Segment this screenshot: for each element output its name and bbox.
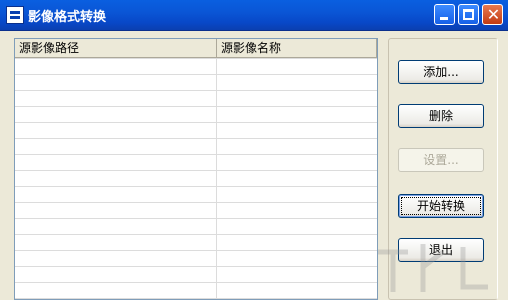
window-title: 影像格式转换 <box>28 10 107 25</box>
column-header-source-name[interactable]: 源影像名称 <box>217 39 377 57</box>
maximize-icon <box>463 9 474 20</box>
settings-button[interactable]: 设置... <box>398 148 484 172</box>
watermark-logo <box>378 244 488 292</box>
column-header-source-path[interactable]: 源影像路径 <box>15 39 217 57</box>
minimize-button[interactable] <box>434 4 455 25</box>
title-bar[interactable]: 影像格式转换 ✕ <box>0 0 508 31</box>
close-icon: ✕ <box>486 5 501 24</box>
app-window-icon <box>6 6 24 24</box>
add-button[interactable]: 添加... <box>398 60 484 84</box>
close-button[interactable]: ✕ <box>482 4 503 25</box>
list-header: 源影像路径 源影像名称 <box>15 39 377 58</box>
start-conversion-button[interactable]: 开始转换 <box>398 194 484 218</box>
list-body[interactable] <box>15 58 377 299</box>
minimize-icon <box>440 17 448 20</box>
source-image-list[interactable]: 源影像路径 源影像名称 <box>14 38 378 300</box>
maximize-button[interactable] <box>458 4 479 25</box>
delete-button[interactable]: 删除 <box>398 104 484 128</box>
